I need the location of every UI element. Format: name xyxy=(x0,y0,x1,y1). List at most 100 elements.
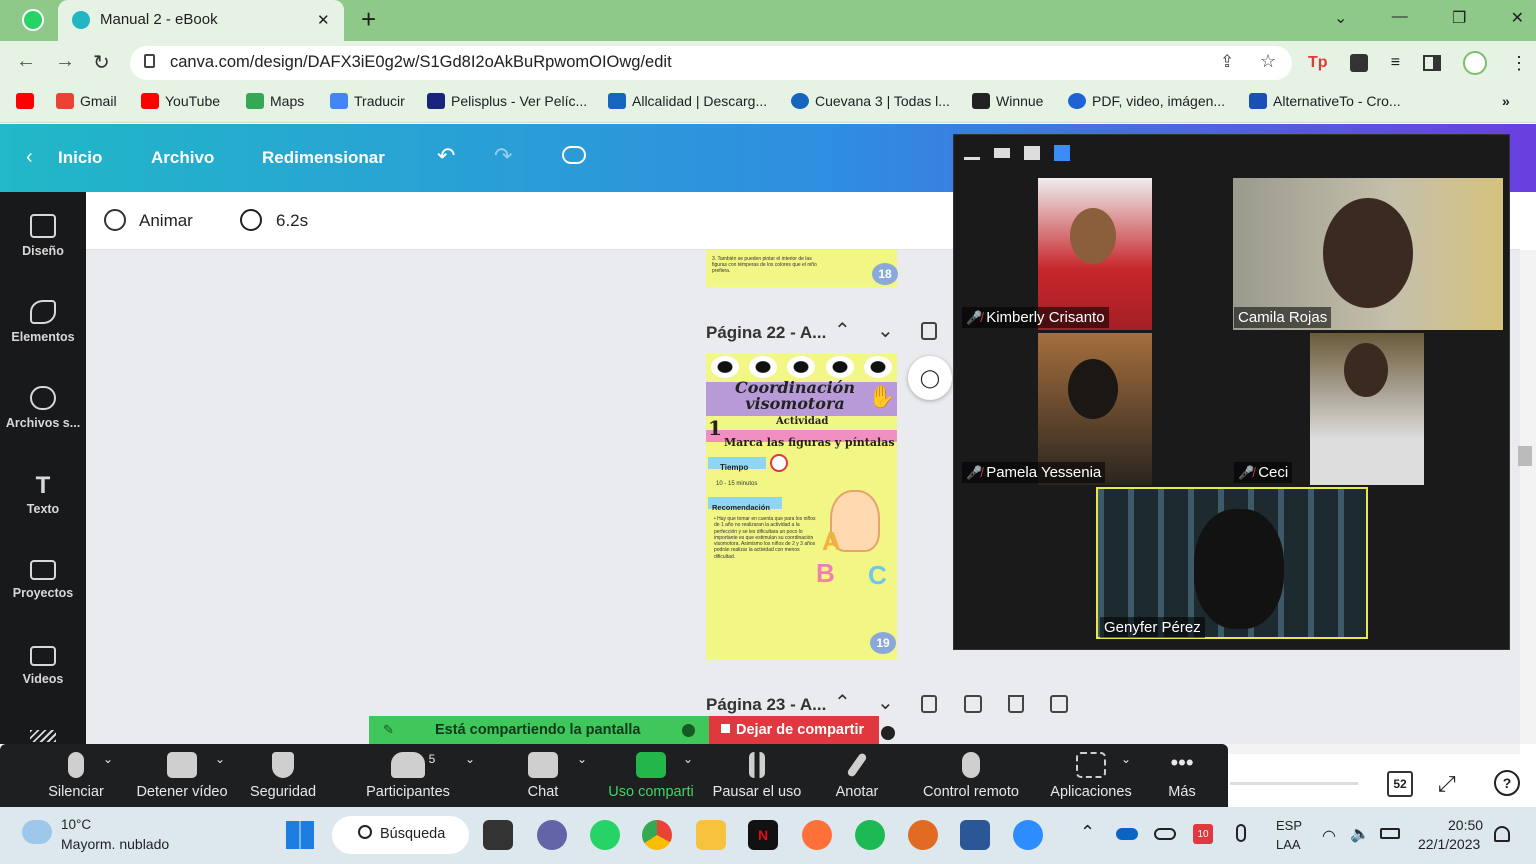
clock-date[interactable]: 22/1/2023 xyxy=(1418,836,1480,852)
duplicate-page-icon[interactable] xyxy=(964,695,982,713)
browser-tab[interactable]: Manual 2 - eBook ✕ xyxy=(58,0,344,41)
notifications-icon[interactable] xyxy=(1494,826,1510,842)
netflix-icon[interactable]: N xyxy=(748,820,778,850)
vertical-scrollbar[interactable] xyxy=(1520,250,1536,744)
chat-button[interactable]: Chat xyxy=(508,748,578,800)
sidebar-item-elements[interactable]: Elementos xyxy=(0,300,86,344)
page23-lock-icon[interactable] xyxy=(921,695,937,713)
page23-chevron-down-icon[interactable]: ⌄ xyxy=(877,690,894,715)
weather-desc[interactable]: Mayorm. nublado xyxy=(61,836,169,852)
new-tab-button[interactable]: + xyxy=(361,4,376,35)
bookmark-traducir[interactable]: Traducir xyxy=(330,92,405,110)
bookmark-youtube-logo[interactable] xyxy=(16,92,34,110)
minimize-icon[interactable]: — xyxy=(1392,8,1408,28)
apps-options-chevron[interactable]: ⌄ xyxy=(1116,752,1136,766)
home-button[interactable]: Inicio xyxy=(58,148,102,168)
resize-button[interactable]: Redimensionar xyxy=(262,148,385,168)
add-comment-icon[interactable]: ◯ xyxy=(908,356,952,400)
back-icon[interactable]: ← xyxy=(16,50,36,73)
close-window-icon[interactable]: ✕ xyxy=(1511,8,1524,28)
view-controls[interactable] xyxy=(964,143,1084,163)
tp-extension-icon[interactable]: Tp xyxy=(1308,54,1328,72)
help-icon[interactable]: ? xyxy=(1494,770,1520,796)
clock-time[interactable]: 20:50 xyxy=(1448,817,1483,833)
sidebar-item-projects[interactable]: Proyectos xyxy=(0,560,86,600)
bookmark-star-icon[interactable]: ☆ xyxy=(1260,51,1276,72)
menu-icon[interactable]: ⋮ xyxy=(1510,53,1528,74)
duration-value[interactable]: 6.2s xyxy=(276,211,308,231)
reload-icon[interactable]: ↻ xyxy=(93,50,110,75)
bookmark-gmail[interactable]: Gmail xyxy=(56,92,117,110)
video-options-chevron[interactable]: ⌄ xyxy=(210,752,230,766)
redo-icon[interactable]: ↷ xyxy=(494,143,512,169)
bookmark-cuevana[interactable]: Cuevana 3 | Todas l... xyxy=(791,92,950,110)
bookmark-maps[interactable]: Maps xyxy=(246,92,304,110)
speaker-view-icon[interactable] xyxy=(994,148,1010,158)
restore-icon[interactable]: ❐ xyxy=(1452,8,1466,28)
chevron-left-icon[interactable]: ‹ xyxy=(26,146,33,169)
animate-button[interactable]: Animar xyxy=(139,211,193,231)
cloud-icon[interactable] xyxy=(1154,828,1176,840)
search-box[interactable]: Búsqueda xyxy=(332,816,469,854)
remote-control-button[interactable]: Control remoto xyxy=(914,748,1028,800)
fullscreen-icon[interactable]: ⤢ xyxy=(1438,771,1456,797)
more-button[interactable]: ••• Más xyxy=(1160,748,1204,800)
security-button[interactable]: Seguridad xyxy=(246,748,320,800)
chevron-up-icon[interactable]: ⌃ xyxy=(834,318,851,343)
language-top[interactable]: ESP xyxy=(1276,818,1302,833)
pause-share-button[interactable]: Pausar el uso xyxy=(710,748,804,800)
weather-icon[interactable] xyxy=(22,820,52,844)
forward-icon[interactable]: → xyxy=(55,50,75,73)
brave-icon[interactable] xyxy=(908,820,938,850)
media-control-icon[interactable]: ≡ xyxy=(1391,54,1400,72)
share-options-chevron[interactable]: ⌄ xyxy=(678,752,698,766)
more-apps-icon[interactable] xyxy=(30,730,56,742)
weather-temp[interactable]: 10°C xyxy=(61,817,91,832)
animate-icon[interactable] xyxy=(104,209,126,231)
wifi-icon[interactable]: ◠ xyxy=(1322,826,1336,846)
lock-page-icon[interactable] xyxy=(921,322,937,340)
tray-overflow-icon[interactable]: ⌃ xyxy=(1080,822,1095,843)
onedrive-icon[interactable] xyxy=(1116,828,1138,840)
language-bottom[interactable]: LAA xyxy=(1276,837,1301,852)
page-22-label[interactable]: Página 22 - A... xyxy=(706,323,826,343)
spotify-icon[interactable] xyxy=(855,820,885,850)
bookmark-alternativeto[interactable]: AlternativeTo - Cro... xyxy=(1249,92,1401,110)
whatsapp-icon[interactable] xyxy=(22,9,44,31)
chrome-taskbar-icon[interactable] xyxy=(642,820,672,850)
file-explorer-icon[interactable] xyxy=(696,820,726,850)
puzzle-extensions-icon[interactable] xyxy=(1350,54,1369,72)
page-23-label[interactable]: Página 23 - A... xyxy=(706,695,826,715)
grab-handle-icon[interactable]: ✎ xyxy=(383,722,394,738)
zoom-taskbar-icon[interactable] xyxy=(1013,820,1043,850)
bookmark-pelisplus[interactable]: Pelisplus - Ver Pelíc... xyxy=(427,92,587,110)
delete-page-icon[interactable] xyxy=(1008,695,1024,713)
microphone-tray-icon[interactable] xyxy=(1236,824,1246,842)
bookmark-allcalidad[interactable]: Allcalidad | Descarg... xyxy=(608,92,767,110)
screen-share-banner[interactable]: ✎ Está compartiendo la pantalla xyxy=(369,716,709,744)
scrollbar-thumb[interactable] xyxy=(1518,446,1532,466)
window-controls[interactable]: ⌄ — ❐ ✕ xyxy=(1334,8,1524,28)
undo-icon[interactable]: ↶ xyxy=(437,143,455,169)
bookmark-winnue[interactable]: Winnue xyxy=(972,92,1043,110)
teams-chat-icon[interactable] xyxy=(537,820,567,850)
page-22-thumbnail[interactable]: Coordinación visomotora ✋ Actividad 1 Ma… xyxy=(706,354,897,659)
bookmarks-overflow[interactable]: » xyxy=(1502,92,1510,110)
profile-avatar-icon[interactable] xyxy=(1463,51,1488,75)
stop-share-button[interactable]: Dejar de compartir xyxy=(709,716,879,744)
address-bar[interactable]: canva.com/design/DAFX3iE0g2w/S1Gd8I2oAkB… xyxy=(130,46,1292,80)
strip-view-icon[interactable] xyxy=(1024,146,1040,160)
start-icon[interactable] xyxy=(286,821,314,849)
audio-options-chevron[interactable]: ⌄ xyxy=(98,752,118,766)
file-menu[interactable]: Archivo xyxy=(151,148,214,168)
gallery-view-icon[interactable] xyxy=(1054,145,1070,161)
page23-chevron-up-icon[interactable]: ⌃ xyxy=(834,690,851,715)
extensions-area[interactable]: Tp ≡ ⋮ xyxy=(1308,51,1528,75)
chevron-down-icon[interactable]: ⌄ xyxy=(877,318,894,343)
minimize-video-icon[interactable] xyxy=(964,156,980,160)
sidebar-item-videos[interactable]: Videos xyxy=(0,646,86,686)
clock-icon[interactable] xyxy=(240,209,262,231)
participants-options-chevron[interactable]: ⌄ xyxy=(460,752,480,766)
whatsapp-taskbar-icon[interactable] xyxy=(590,820,620,850)
word-icon[interactable] xyxy=(960,820,990,850)
